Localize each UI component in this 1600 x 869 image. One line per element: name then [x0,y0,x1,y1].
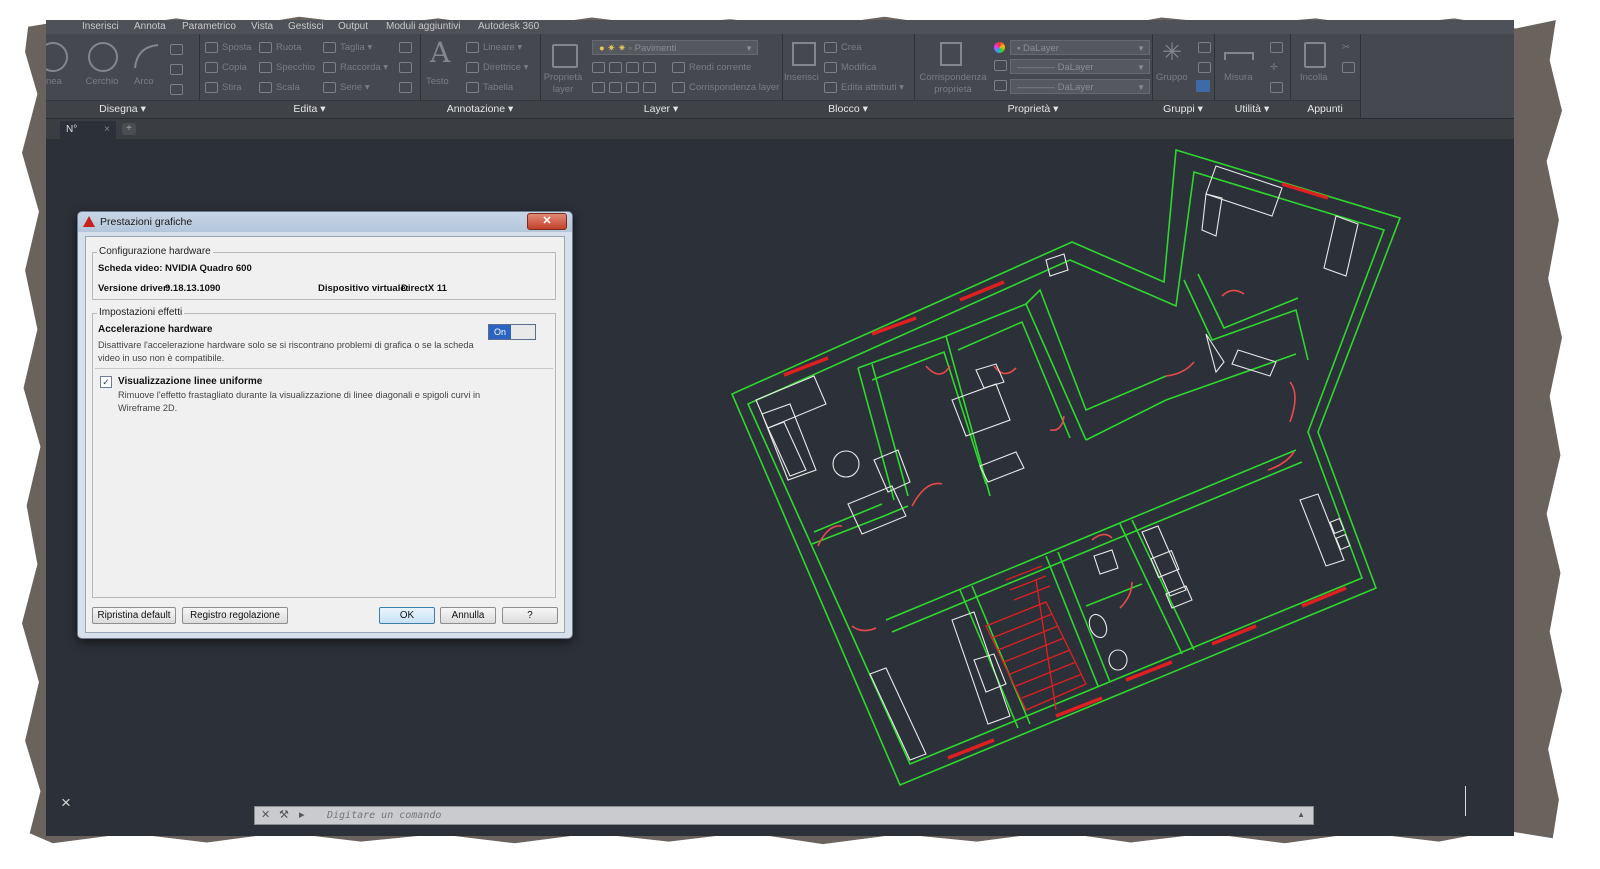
command-input[interactable] [325,807,1229,824]
virtual-device-value: DirectX 11 [401,283,447,294]
video-card-label: Scheda video: [98,263,163,274]
cancel-button[interactable]: Annulla [440,607,496,624]
driver-version-label: Versione driver: [98,283,170,294]
dialog-close-button[interactable]: ✕ [527,213,567,230]
furniture [755,165,1359,761]
toggle-state: On [489,325,511,339]
driver-version-value: 9.18.13.1090 [165,283,221,294]
reset-defaults-button[interactable]: Ripristina default [92,607,176,624]
hardware-group-label: Configurazione hardware [97,246,213,257]
graphics-performance-dialog: Prestazioni grafiche ✕ Configurazione ha… [77,211,573,639]
effects-group-label: Impostazioni effetti [97,307,185,318]
command-prompt-icon[interactable]: ▸ [299,808,305,821]
wrench-icon[interactable]: ⚒ [279,808,289,821]
dialog-body: Configurazione hardware Scheda video: NV… [85,236,565,633]
text-cursor [1465,786,1466,816]
outer-wall-line [730,148,1402,787]
divider [95,368,553,369]
dialog-title: Prestazioni grafiche [100,216,193,228]
help-button[interactable]: ? [502,607,558,624]
hardware-acceleration-description: Disattivare l'accelerazione hardware sol… [98,340,474,363]
hardware-acceleration-toggle[interactable]: On [488,324,536,340]
hardware-config-group: Configurazione hardware Scheda video: NV… [92,246,556,300]
ok-button[interactable]: OK [379,607,435,624]
command-line: ✕ ⚒ ▸ ▲ [254,806,1314,825]
close-icon[interactable]: × [61,793,71,813]
command-history-icon[interactable]: ▲ [1297,810,1305,819]
effects-settings-group: Impostazioni effetti Accelerazione hardw… [92,307,556,598]
hardware-acceleration-title: Accelerazione hardware [98,324,213,335]
tuning-log-button[interactable]: Registro regolazione [182,607,288,624]
autocad-logo-icon [83,216,95,227]
video-card-value: NVIDIA Quadro 600 [165,263,252,274]
smooth-line-title: Visualizzazione linee uniforme [118,376,263,387]
command-close-icon[interactable]: ✕ [261,808,270,821]
smooth-line-description: Rimuove l'effetto frastagliato durante l… [118,390,481,413]
virtual-device-label: Dispositivo virtuale: [318,283,409,294]
dialog-titlebar[interactable]: Prestazioni grafiche ✕ [78,212,572,232]
smooth-line-checkbox[interactable]: ✓ [100,376,112,388]
